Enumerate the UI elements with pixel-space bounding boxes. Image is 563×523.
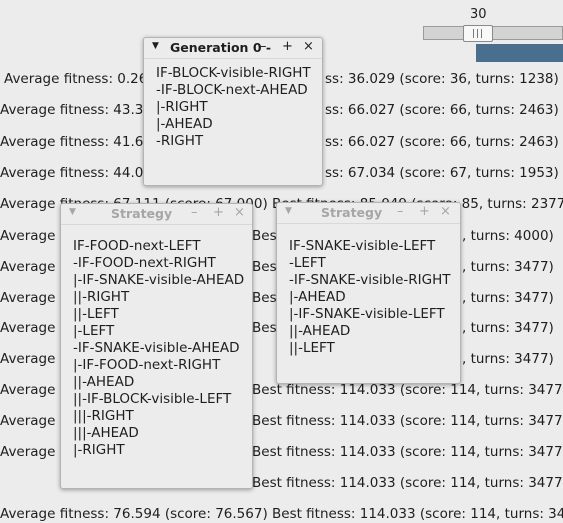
strategy-line: ||-AHEAD — [289, 323, 351, 339]
log-fragment: ss: 66.027 (score: 66, turns: 2463) — [325, 134, 559, 150]
strategy-line: |||-AHEAD — [73, 425, 139, 441]
log-line: Average fitness: 41.60 — [0, 134, 152, 150]
strategy-right-titlebar[interactable]: ▼ Strategy – + × — [277, 203, 460, 224]
log-fragment: Best fitness: 114.033 (score: 114, turns… — [252, 413, 563, 429]
log-fragment: ss: 36.029 (score: 36, turns: 1238) — [325, 71, 559, 87]
strategy-line: IF-FOOD-next-LEFT — [73, 238, 201, 254]
strategy-line: -IF-BLOCK-next-AHEAD — [156, 82, 308, 98]
generation-window: ▼ Generation 0 - – + × IF-BLOCK-visible-… — [143, 37, 323, 186]
speed-slider-value: 30 — [470, 7, 487, 22]
log-fragment: , turns: 4000) — [462, 228, 554, 244]
strategy-line: ||-RIGHT — [73, 289, 130, 305]
strategy-line: |-RIGHT — [73, 442, 125, 458]
generation-titlebar[interactable]: ▼ Generation 0 - – + × — [144, 38, 322, 59]
log-fragment: , turns: 3477) — [462, 259, 554, 275]
log-fragment: Best fitness: 114.033 (score: 114, turns… — [252, 444, 563, 460]
strategy-window-right: ▼ Strategy – + × IF-SNAKE-visible-LEFT -… — [276, 202, 461, 384]
strategy-line: |-IF-FOOD-next-RIGHT — [73, 357, 221, 373]
strategy-line: |-LEFT — [73, 323, 115, 339]
window-menu-icon[interactable]: ▼ — [152, 41, 159, 51]
log-line: Average fitness: 43.33 — [0, 102, 152, 118]
strategy-line: |-IF-SNAKE-visible-AHEAD — [73, 272, 245, 288]
strategy-left-text: IF-FOOD-next-LEFT -IF-FOOD-next-RIGHT |-… — [61, 225, 252, 459]
log-line: Average fitness: 0.26 — [4, 71, 148, 87]
generation-strategy-text: IF-BLOCK-visible-RIGHT -IF-BLOCK-next-AH… — [144, 59, 322, 150]
strategy-window-left: ▼ Strategy – + × IF-FOOD-next-LEFT -IF-F… — [60, 203, 253, 489]
strategy-line: ||-AHEAD — [73, 374, 135, 390]
strategy-line: |-AHEAD — [156, 116, 213, 132]
strategy-line: ||-LEFT — [73, 306, 119, 322]
strategy-line: -IF-SNAKE-visible-AHEAD — [73, 340, 240, 356]
strategy-line: IF-SNAKE-visible-LEFT — [289, 238, 436, 254]
progress-bar — [476, 44, 563, 62]
strategy-line: ||-IF-BLOCK-visible-LEFT — [73, 391, 232, 407]
log-line: Average fitness: 76.594 (score: 76.567) … — [0, 506, 563, 522]
log-fragment: , turns: 3477) — [462, 290, 554, 306]
strategy-line: ||-LEFT — [289, 340, 335, 356]
log-fragment: Best fitness: 114.033 (score: 114, turns… — [252, 475, 563, 491]
log-fragment: , turns: 3477) — [462, 351, 554, 367]
log-fragment: ss: 67.034 (score: 67, turns: 1953) — [325, 165, 559, 181]
close-icon[interactable]: × — [303, 39, 314, 54]
strategy-line: |-AHEAD — [289, 289, 346, 305]
strategy-right-title: Strategy — [321, 205, 383, 220]
window-menu-icon[interactable]: ▼ — [69, 207, 76, 217]
log-fragment: , turns: 3477) — [462, 320, 554, 336]
strategy-line: |-RIGHT — [156, 99, 208, 115]
generation-title: Generation 0 - — [170, 40, 272, 55]
minimize-icon[interactable]: – — [397, 204, 404, 219]
strategy-line: -RIGHT — [156, 133, 204, 149]
close-icon[interactable]: × — [440, 204, 451, 219]
maximize-icon[interactable]: + — [282, 39, 293, 54]
strategy-right-text: IF-SNAKE-visible-LEFT -LEFT -IF-SNAKE-vi… — [277, 224, 460, 357]
strategy-line: IF-BLOCK-visible-RIGHT — [156, 65, 311, 81]
minimize-icon[interactable]: – — [191, 205, 198, 220]
log-fragment: ss: 66.027 (score: 66, turns: 2463) — [325, 102, 559, 118]
maximize-icon[interactable]: + — [419, 204, 430, 219]
strategy-line: |-IF-SNAKE-visible-LEFT — [289, 306, 445, 322]
strategy-line: -IF-SNAKE-visible-RIGHT — [289, 272, 451, 288]
strategy-line: -LEFT — [289, 255, 326, 271]
log-line: Average fitness: 44.04 — [0, 165, 152, 181]
strategy-left-titlebar[interactable]: ▼ Strategy – + × — [61, 204, 252, 225]
close-icon[interactable]: × — [234, 205, 245, 220]
maximize-icon[interactable]: + — [213, 205, 224, 220]
strategy-line: -IF-FOOD-next-RIGHT — [73, 255, 216, 271]
speed-slider-track[interactable] — [423, 26, 563, 40]
strategy-line: |||-RIGHT — [73, 408, 134, 424]
speed-slider-handle[interactable] — [463, 25, 493, 42]
strategy-left-title: Strategy — [111, 206, 173, 221]
minimize-icon[interactable]: – — [260, 39, 267, 54]
window-menu-icon[interactable]: ▼ — [285, 206, 292, 216]
